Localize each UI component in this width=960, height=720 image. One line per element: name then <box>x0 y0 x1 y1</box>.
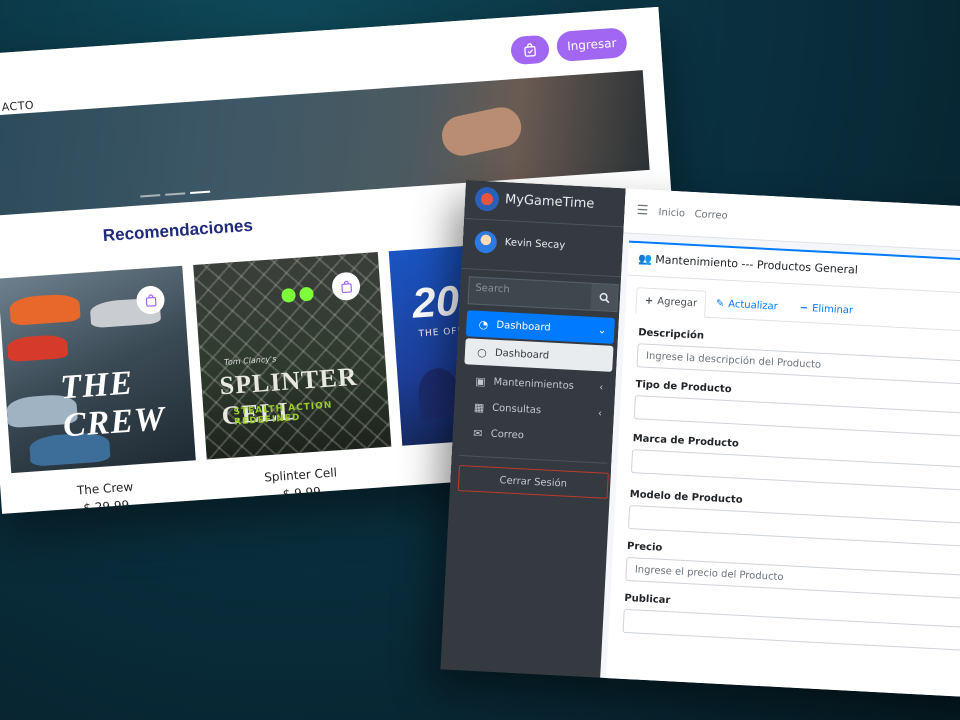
logout-button[interactable]: Cerrar Sesión <box>457 465 609 499</box>
brand-logo <box>474 186 500 212</box>
menu-toggle-icon[interactable]: ☰ <box>636 203 648 219</box>
tipo-producto-field[interactable] <box>633 395 960 439</box>
carousel-dot-active[interactable] <box>190 190 211 194</box>
modelo-producto-field[interactable] <box>627 504 960 549</box>
product-cover-image[interactable]: THE CREW <box>0 265 196 474</box>
main-content: ☰ Inicio Correo 👥 Mantenimiento --- Prod… <box>600 188 960 699</box>
tipo-producto-label: Tipo de Producto <box>635 379 732 396</box>
action-tabs: + Agregar ✎ Actualizar − Eliminar <box>635 287 960 334</box>
marca-producto-field[interactable] <box>630 449 960 493</box>
chevron-left-icon: ‹ <box>599 381 604 393</box>
carousel-indicators <box>140 190 211 198</box>
search-icon <box>599 292 609 303</box>
search-button[interactable] <box>590 283 618 312</box>
tab-label: Agregar <box>656 296 698 310</box>
shopping-bag-icon <box>340 280 352 293</box>
hero-image-detail <box>438 103 525 160</box>
sidebar-item-label: Mantenimientos <box>493 376 575 392</box>
sidebar: MyGameTime Kevin Secay Search ◔ Dashboar… <box>440 180 626 678</box>
tab-label: Actualizar <box>727 298 779 313</box>
product-card[interactable]: THE CREW The Crew $ 29.99 <box>0 265 198 514</box>
avatar <box>474 230 498 254</box>
brand-name: MyGameTime <box>504 192 595 212</box>
car-shape <box>9 292 81 326</box>
products-card: 👥 Mantenimiento --- Productos General + … <box>606 240 960 699</box>
descripcion-label: Descripción <box>637 327 705 342</box>
modelo-producto-label: Modelo de Producto <box>629 489 743 506</box>
cart-button[interactable] <box>510 34 550 66</box>
users-icon: 👥 <box>637 252 653 266</box>
breadcrumb-inicio[interactable]: Inicio <box>658 207 685 219</box>
toolbox-icon: ▣ <box>474 374 487 388</box>
envelope-icon: ✉ <box>472 426 483 440</box>
search-input[interactable]: Search <box>475 283 510 296</box>
edit-icon: ✎ <box>715 298 725 310</box>
recommendations-heading: Recomendaciones <box>102 215 254 246</box>
page-title-text: Mantenimiento --- Productos General <box>654 253 859 277</box>
sidebar-item-label: Consultas <box>491 402 542 416</box>
card-header: 👥 Mantenimiento --- Productos General <box>627 242 960 297</box>
breadcrumb-correo[interactable]: Correo <box>694 209 728 222</box>
carousel-dot[interactable] <box>140 194 161 198</box>
tab-actualizar[interactable]: ✎ Actualizar <box>707 291 786 320</box>
publicar-label: Publicar <box>624 592 671 607</box>
tab-label: Eliminar <box>811 303 854 317</box>
user-panel[interactable]: Kevin Secay <box>461 217 624 278</box>
admin-window: MyGameTime Kevin Secay Search ◔ Dashboar… <box>440 180 960 699</box>
car-shape <box>6 333 69 363</box>
table-icon: ▦ <box>473 400 485 414</box>
tab-agregar[interactable]: + Agregar <box>635 287 707 318</box>
shopping-bag-icon <box>524 43 536 57</box>
circle-icon: ○ <box>476 345 488 359</box>
tab-eliminar[interactable]: − Eliminar <box>791 295 862 324</box>
plus-icon: + <box>644 295 654 307</box>
product-cover-image[interactable]: Tom Clancy's SPLINTER CELL STEALTH ACTIO… <box>193 252 392 460</box>
sidebar-item-label: Dashboard <box>494 347 550 362</box>
cover-logo-text: THE CREW <box>59 364 167 445</box>
page-title: 👥 Mantenimiento --- Productos General <box>638 252 858 276</box>
carousel-dot[interactable] <box>165 192 186 196</box>
user-name: Kevin Secay <box>504 237 566 252</box>
marca-producto-label: Marca de Producto <box>632 433 740 450</box>
chevron-down-icon: ⌄ <box>597 324 607 337</box>
sidebar-divider <box>459 455 608 464</box>
precio-label: Precio <box>626 540 663 554</box>
sidebar-search[interactable]: Search <box>467 276 619 313</box>
sidebar-item-label: Correo <box>490 428 525 441</box>
nav-link-contacto[interactable]: ACTO <box>1 99 34 114</box>
chevron-left-icon: ‹ <box>597 407 603 419</box>
product-card[interactable]: Tom Clancy's SPLINTER CELL STEALTH ACTIO… <box>193 252 394 501</box>
sidebar-subitem-dashboard[interactable]: ○ Dashboard <box>464 338 614 372</box>
cover-logo-text: 20 <box>410 276 461 327</box>
login-button[interactable]: Ingresar <box>555 27 628 63</box>
precio-field[interactable]: Ingrese el precio del Producto <box>625 556 960 601</box>
shopping-bag-icon <box>145 293 156 307</box>
minus-icon: − <box>799 302 809 315</box>
sidebar-item-label: Dashboard <box>496 319 551 334</box>
descripcion-field[interactable]: Ingrese la descripción del Producto <box>636 343 960 387</box>
publicar-field[interactable] <box>622 608 960 653</box>
tachometer-icon: ◔ <box>478 317 489 331</box>
